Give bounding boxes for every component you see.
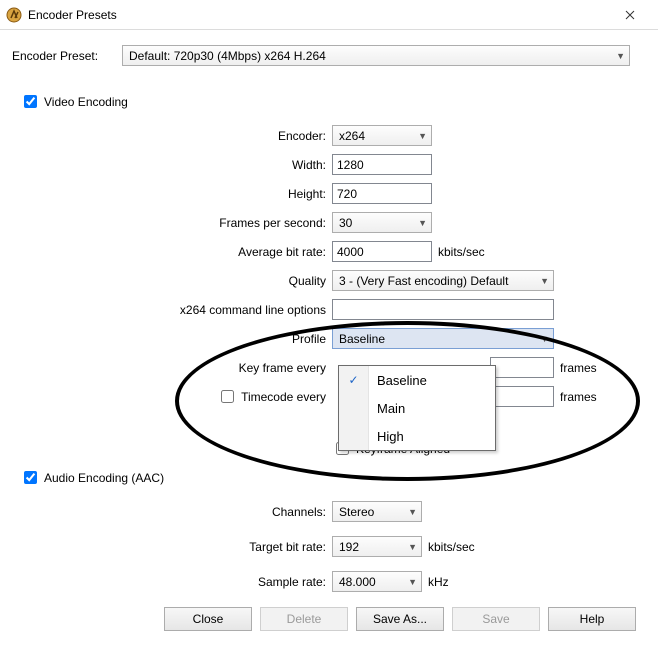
dropdown-option-label: Main: [377, 401, 405, 416]
height-input[interactable]: [332, 183, 432, 204]
close-button[interactable]: Close: [164, 607, 252, 631]
dropdown-option-high[interactable]: High: [339, 422, 495, 450]
audio-encoding-label: Audio Encoding (AAC): [44, 471, 164, 485]
encoder-preset-select[interactable]: Default: 720p30 (4Mbps) x264 H.264 ▼: [122, 45, 630, 66]
samplerate-value: 48.000: [339, 575, 376, 589]
saveas-button[interactable]: Save As...: [356, 607, 444, 631]
chevron-down-icon: ▼: [408, 507, 417, 517]
width-input[interactable]: [332, 154, 432, 175]
audio-encoding-checkbox[interactable]: [24, 471, 37, 484]
fps-label: Frames per second:: [12, 216, 332, 230]
save-button[interactable]: Save: [452, 607, 540, 631]
video-encoding-checkbox[interactable]: [24, 95, 37, 108]
height-label: Height:: [12, 187, 332, 201]
encoder-preset-value: Default: 720p30 (4Mbps) x264 H.264: [129, 49, 326, 63]
dropdown-option-baseline[interactable]: ✓ Baseline: [339, 366, 495, 394]
cmdline-input[interactable]: [332, 299, 554, 320]
help-button[interactable]: Help: [548, 607, 636, 631]
profile-label: Profile: [12, 332, 332, 346]
timecode-checkbox[interactable]: [221, 390, 234, 403]
samplerate-label: Sample rate:: [12, 575, 332, 589]
dropdown-option-main[interactable]: Main: [339, 394, 495, 422]
video-encoding-label: Video Encoding: [44, 95, 128, 109]
chevron-down-icon: ▼: [540, 276, 549, 286]
keyframe-input[interactable]: [490, 357, 554, 378]
width-label: Width:: [12, 158, 332, 172]
chevron-down-icon: ▼: [616, 51, 625, 61]
target-bitrate-unit: kbits/sec: [428, 540, 475, 554]
quality-select[interactable]: 3 - (Very Fast encoding) Default ▼: [332, 270, 554, 291]
audio-encoding-checkbox-row: Audio Encoding (AAC): [20, 468, 646, 487]
encoder-preset-row: Encoder Preset: Default: 720p30 (4Mbps) …: [12, 45, 646, 66]
avg-bitrate-unit: kbits/sec: [438, 245, 485, 259]
profile-dropdown-popup: ✓ Baseline Main High: [338, 365, 496, 451]
window-title: Encoder Presets: [28, 8, 610, 22]
fps-select[interactable]: 30 ▼: [332, 212, 432, 233]
samplerate-select[interactable]: 48.000 ▼: [332, 571, 422, 592]
quality-label: Quality: [12, 274, 332, 288]
target-bitrate-select[interactable]: 192 ▼: [332, 536, 422, 557]
check-icon: ✓: [348, 373, 358, 387]
chevron-down-icon: ▼: [540, 334, 549, 344]
chevron-down-icon: ▼: [418, 131, 427, 141]
titlebar: Encoder Presets: [0, 0, 658, 30]
close-window-button[interactable]: [610, 0, 650, 30]
avg-bitrate-input[interactable]: [332, 241, 432, 262]
profile-value: Baseline: [339, 332, 385, 346]
chevron-down-icon: ▼: [408, 577, 417, 587]
channels-label: Channels:: [12, 505, 332, 519]
target-bitrate-label: Target bit rate:: [12, 540, 332, 554]
app-icon: [6, 7, 22, 23]
quality-value: 3 - (Very Fast encoding) Default: [339, 274, 508, 288]
button-row: Close Delete Save As... Save Help: [12, 600, 646, 631]
cmdline-label: x264 command line options: [12, 303, 332, 317]
encoder-value: x264: [339, 129, 365, 143]
client-area: Encoder Preset: Default: 720p30 (4Mbps) …: [0, 30, 658, 639]
keyframe-label: Key frame every: [12, 361, 332, 375]
encoder-label: Encoder:: [12, 129, 332, 143]
timecode-input[interactable]: [490, 386, 554, 407]
samplerate-unit: kHz: [428, 575, 449, 589]
chevron-down-icon: ▼: [408, 542, 417, 552]
timecode-label: Timecode every: [241, 390, 326, 404]
avg-bitrate-label: Average bit rate:: [12, 245, 332, 259]
keyframe-unit: frames: [560, 361, 597, 375]
encoder-select[interactable]: x264 ▼: [332, 125, 432, 146]
channels-value: Stereo: [339, 505, 374, 519]
dropdown-option-label: High: [377, 429, 404, 444]
encoder-preset-label: Encoder Preset:: [12, 49, 122, 63]
delete-button[interactable]: Delete: [260, 607, 348, 631]
profile-select[interactable]: Baseline ▼: [332, 328, 554, 349]
timecode-unit: frames: [560, 390, 597, 404]
fps-value: 30: [339, 216, 352, 230]
channels-select[interactable]: Stereo ▼: [332, 501, 422, 522]
dropdown-option-label: Baseline: [377, 373, 427, 388]
target-bitrate-value: 192: [339, 540, 359, 554]
chevron-down-icon: ▼: [418, 218, 427, 228]
video-encoding-checkbox-row: Video Encoding: [20, 92, 646, 111]
